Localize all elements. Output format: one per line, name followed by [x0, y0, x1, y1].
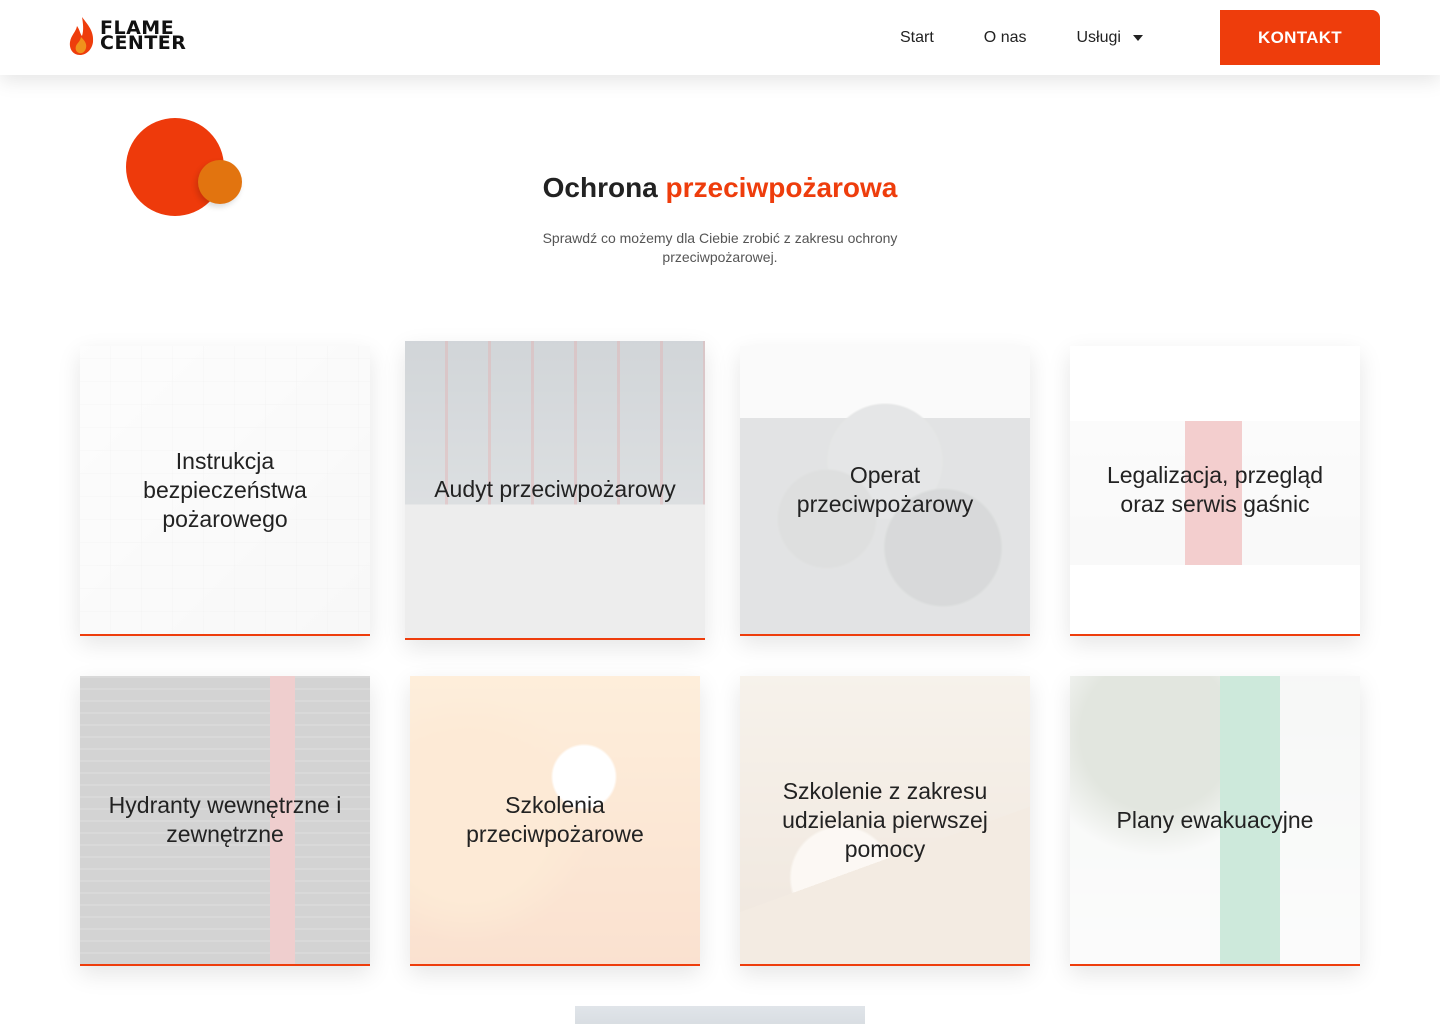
nav-uslugi-dropdown[interactable]: Usługi — [1076, 28, 1143, 47]
flame-center-logo[interactable]: FLAME CENTER — [66, 14, 186, 58]
service-card-audyt[interactable]: Audyt przeciwpożarowy — [405, 341, 705, 640]
service-card-gasnice[interactable]: Legalizacja, przegląd oraz serwis gaśnic — [1070, 346, 1360, 636]
service-card-label: Plany ewakuacyjne — [1116, 806, 1314, 833]
flame-icon — [69, 17, 94, 55]
page-title-accent: przeciwpożarowa — [665, 172, 898, 203]
service-card-label: Legalizacja, przegląd oraz serwis gaśnic — [1106, 462, 1324, 517]
logo-wordmark: FLAME CENTER — [100, 19, 187, 54]
next-card-peek — [575, 1006, 865, 1024]
service-card-label: Szkolenia przeciwpożarowe — [466, 792, 644, 847]
service-card-instrukcja[interactable]: Instrukcja bezpieczeństwa pożarowego — [80, 346, 370, 636]
nav-start-label: Start — [900, 28, 934, 46]
logo-line-2: CENTER — [100, 32, 187, 54]
site-header: FLAME CENTER Start O nas Usługi KONTAKT — [0, 0, 1440, 75]
service-card-pierwsza-pomoc[interactable]: Szkolenie z zakresu udzielania pierwszej… — [740, 676, 1030, 966]
page-title: Ochrona przeciwpożarowa — [0, 172, 1440, 204]
main-nav: Start O nas Usługi — [900, 0, 1193, 75]
nav-start[interactable]: Start — [900, 29, 934, 47]
service-card-szkolenia[interactable]: Szkolenia przeciwpożarowe — [410, 676, 700, 966]
page-subtitle: Sprawdź co możemy dla Ciebie zrobić z za… — [542, 230, 898, 265]
nav-uslugi-label: Usługi — [1076, 28, 1121, 46]
service-card-plany[interactable]: Plany ewakuacyjne — [1070, 676, 1360, 966]
nav-o-nas-label: O nas — [983, 28, 1027, 46]
service-card-label: Instrukcja bezpieczeństwa pożarowego — [143, 447, 307, 532]
service-card-label: Hydranty wewnętrzne i zewnętrzne — [108, 792, 342, 847]
service-card-label: Operat przeciwpożarowy — [796, 462, 974, 517]
service-card-label: Audyt przeciwpożarowy — [434, 476, 676, 502]
service-card-label: Szkolenie z zakresu udzielania pierwszej… — [782, 777, 988, 862]
nav-o-nas[interactable]: O nas — [984, 29, 1027, 47]
service-card-hydranty[interactable]: Hydranty wewnętrzne i zewnętrzne — [80, 676, 370, 966]
service-card-operat[interactable]: Operat przeciwpożarowy — [740, 346, 1030, 636]
page-title-prefix: Ochrona — [542, 172, 658, 203]
caret-down-icon — [1132, 34, 1143, 41]
contact-button[interactable]: KONTAKT — [1220, 10, 1380, 65]
